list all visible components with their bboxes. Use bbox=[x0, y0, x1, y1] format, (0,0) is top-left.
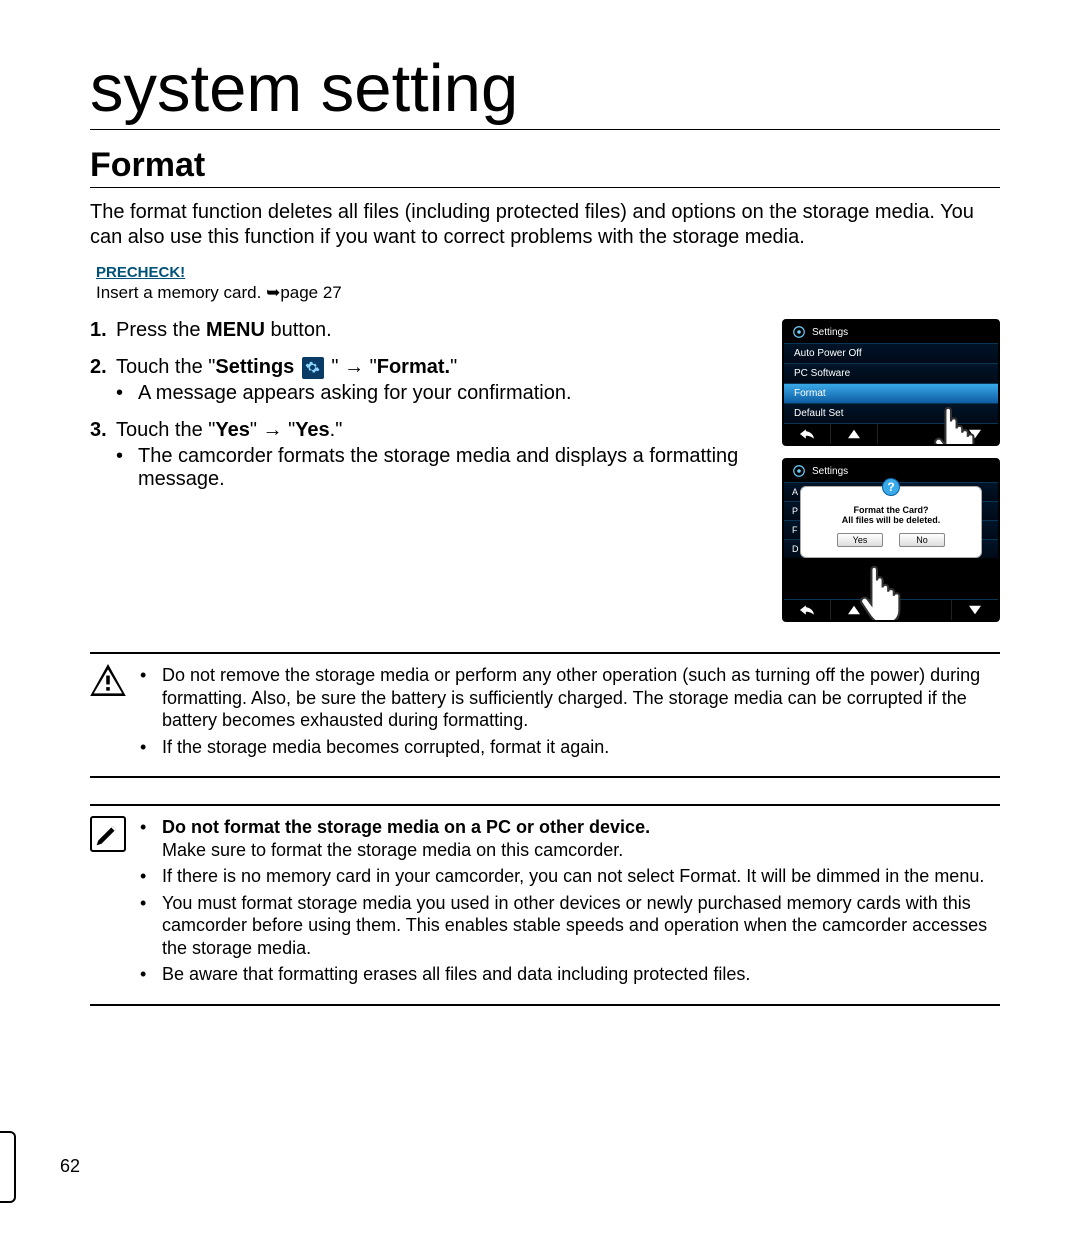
dialog-line2: All files will be deleted. bbox=[842, 515, 941, 525]
step2-format-word: Format. bbox=[377, 356, 450, 378]
note-icon bbox=[90, 816, 126, 990]
precheck-page-ref: page 27 bbox=[280, 283, 341, 302]
step1-text-a: Press the bbox=[116, 319, 206, 341]
step3-yes2: Yes bbox=[295, 419, 329, 441]
step-number: 2. bbox=[90, 356, 116, 405]
bullet-icon: • bbox=[140, 892, 162, 960]
warning-icon bbox=[90, 664, 126, 762]
gear-icon bbox=[792, 325, 806, 339]
note-3: You must format storage media you used i… bbox=[162, 892, 1000, 960]
step3-sub: The camcorder formats the storage media … bbox=[138, 445, 746, 491]
yes-button: Yes bbox=[837, 533, 883, 547]
lcd-title: Settings bbox=[812, 327, 848, 338]
step-2: Touch the "Settings " → "Format." •A mes… bbox=[116, 356, 746, 405]
precheck-text-a: Insert a memory card. bbox=[96, 283, 266, 302]
step3-yes1: Yes bbox=[215, 419, 249, 441]
lcd-footer bbox=[784, 423, 998, 444]
arrow-right-icon: ➥ bbox=[266, 283, 280, 302]
bullet-icon: • bbox=[116, 445, 138, 491]
step3-text-c: " → " bbox=[250, 419, 295, 441]
page-number: 62 bbox=[60, 1156, 80, 1177]
footer-spacer bbox=[878, 600, 952, 620]
step3-text-e: ." bbox=[330, 419, 343, 441]
lcd-footer bbox=[784, 599, 998, 620]
step1-menu-word: MENU bbox=[206, 319, 265, 341]
step2-sub: A message appears asking for your confir… bbox=[138, 382, 572, 405]
warning-text-2: If the storage media becomes corrupted, … bbox=[162, 736, 609, 759]
step2-settings-word: Settings bbox=[215, 356, 294, 378]
side-tab bbox=[0, 1131, 16, 1203]
step-number: 3. bbox=[90, 419, 116, 491]
step3-text-a: Touch the " bbox=[116, 419, 215, 441]
chapter-title: system setting bbox=[90, 50, 1000, 130]
info-icon: ? bbox=[882, 478, 900, 496]
no-button: No bbox=[899, 533, 945, 547]
up-arrow-icon bbox=[831, 424, 878, 444]
note-1-bold: Do not format the storage media on a PC … bbox=[162, 817, 650, 837]
bullet-icon: • bbox=[140, 865, 162, 888]
step2-text-c: " → " bbox=[326, 356, 377, 378]
steps-list: 1. Press the MENU button. 2. Touch the "… bbox=[90, 319, 746, 491]
gear-icon bbox=[792, 464, 806, 478]
dialog-line1: Format the Card? bbox=[853, 505, 928, 515]
bullet-icon: • bbox=[116, 382, 138, 405]
note-4: Be aware that formatting erases all file… bbox=[162, 963, 750, 986]
bullet-icon: • bbox=[140, 963, 162, 986]
bullet-icon: • bbox=[140, 664, 162, 732]
step-3: Touch the "Yes" → "Yes." •The camcorder … bbox=[116, 419, 746, 491]
lcd-screenshots: Settings Auto Power Off PC Software Form… bbox=[782, 319, 1000, 622]
note-block: • Do not format the storage media on a P… bbox=[90, 804, 1000, 1006]
bullet-icon: • bbox=[140, 736, 162, 759]
back-icon bbox=[784, 424, 831, 444]
note-1-rest: Make sure to format the storage media on… bbox=[162, 840, 623, 860]
down-arrow-icon bbox=[952, 424, 998, 444]
lcd-format-dialog: Settings A P F D ? Format the Card? All … bbox=[782, 458, 1000, 622]
down-arrow-icon bbox=[952, 600, 998, 620]
step2-text-a: Touch the " bbox=[116, 356, 215, 378]
step1-text-c: button. bbox=[265, 319, 332, 341]
gear-icon bbox=[302, 357, 324, 379]
lcd-settings-list: Settings Auto Power Off PC Software Form… bbox=[782, 319, 1000, 446]
step-number: 1. bbox=[90, 319, 116, 342]
up-arrow-icon bbox=[831, 600, 878, 620]
warning-text-1: Do not remove the storage media or perfo… bbox=[162, 664, 1000, 732]
footer-spacer bbox=[878, 424, 952, 444]
confirm-dialog: ? Format the Card? All files will be del… bbox=[800, 486, 982, 558]
lcd-item-auto-power-off: Auto Power Off bbox=[784, 343, 998, 363]
note-1: Do not format the storage media on a PC … bbox=[162, 816, 650, 861]
precheck-text: Insert a memory card. ➥page 27 bbox=[96, 283, 1000, 303]
intro-text: The format function deletes all files (i… bbox=[90, 200, 1000, 250]
warning-block: •Do not remove the storage media or perf… bbox=[90, 652, 1000, 778]
bullet-icon: • bbox=[140, 816, 162, 861]
back-icon bbox=[784, 600, 831, 620]
note-2: If there is no memory card in your camco… bbox=[162, 865, 984, 888]
step-1: Press the MENU button. bbox=[116, 319, 746, 342]
lcd-header: Settings bbox=[784, 321, 998, 343]
lcd-item-format: Format bbox=[784, 383, 998, 403]
step2-text-e: " bbox=[450, 356, 457, 378]
precheck-label: PRECHECK! bbox=[96, 264, 1000, 281]
section-title: Format bbox=[90, 146, 1000, 188]
lcd-title: Settings bbox=[812, 466, 848, 477]
lcd-item-default-set: Default Set bbox=[784, 403, 998, 423]
lcd-item-pc-software: PC Software bbox=[784, 363, 998, 383]
